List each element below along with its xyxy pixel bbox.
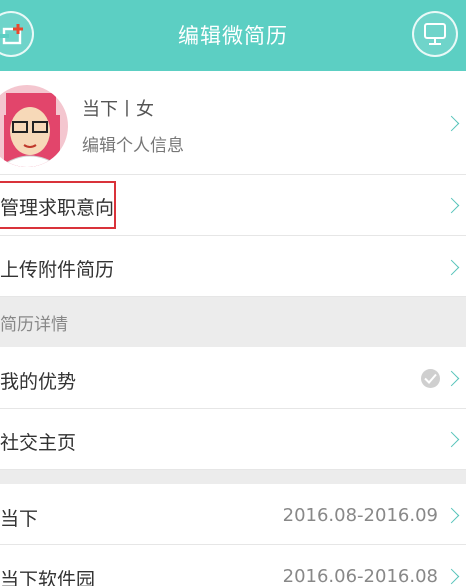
chevron-right-icon (443, 115, 460, 132)
chevron-right-icon (443, 431, 460, 448)
upload-attachment-label: 上传附件简历 (0, 259, 115, 281)
check-circle-icon (421, 369, 440, 388)
highlight-box (0, 181, 116, 229)
chevron-right-icon (443, 197, 460, 214)
experience-company: 当下软件园 (0, 569, 96, 586)
experience-period: 2016.08-2016.09 (282, 505, 438, 526)
my-advantage-label: 我的优势 (0, 371, 77, 393)
profile-name: 当下丨女 (82, 99, 154, 120)
avatar (0, 85, 68, 167)
my-advantage-row[interactable]: 我的优势 (0, 347, 466, 409)
page-title: 编辑微简历 (178, 24, 288, 48)
section-title: 简历详情 (0, 315, 68, 335)
edit-profile-label: 编辑个人信息 (82, 136, 184, 156)
experience-row[interactable]: 当下软件园 2016.06-2016.08 (0, 545, 466, 586)
social-page-label: 社交主页 (0, 432, 77, 454)
preview-screen-icon[interactable] (412, 11, 458, 57)
section-header: 简历详情 (0, 297, 466, 347)
upload-attachment-row[interactable]: 上传附件简历 (0, 236, 466, 297)
profile-row[interactable]: 当下丨女 编辑个人信息 (0, 71, 466, 175)
chevron-right-icon (443, 370, 460, 387)
social-page-row[interactable]: 社交主页 (0, 409, 466, 470)
app-header: 编辑微简历 (0, 0, 466, 71)
chevron-right-icon (443, 568, 460, 585)
experience-company: 当下 (0, 508, 39, 530)
chevron-right-icon (443, 259, 460, 276)
experience-row[interactable]: 当下 2016.08-2016.09 (0, 484, 466, 545)
experience-period: 2016.06-2016.08 (282, 566, 438, 586)
section-spacer (0, 470, 466, 484)
chevron-right-icon (443, 507, 460, 524)
